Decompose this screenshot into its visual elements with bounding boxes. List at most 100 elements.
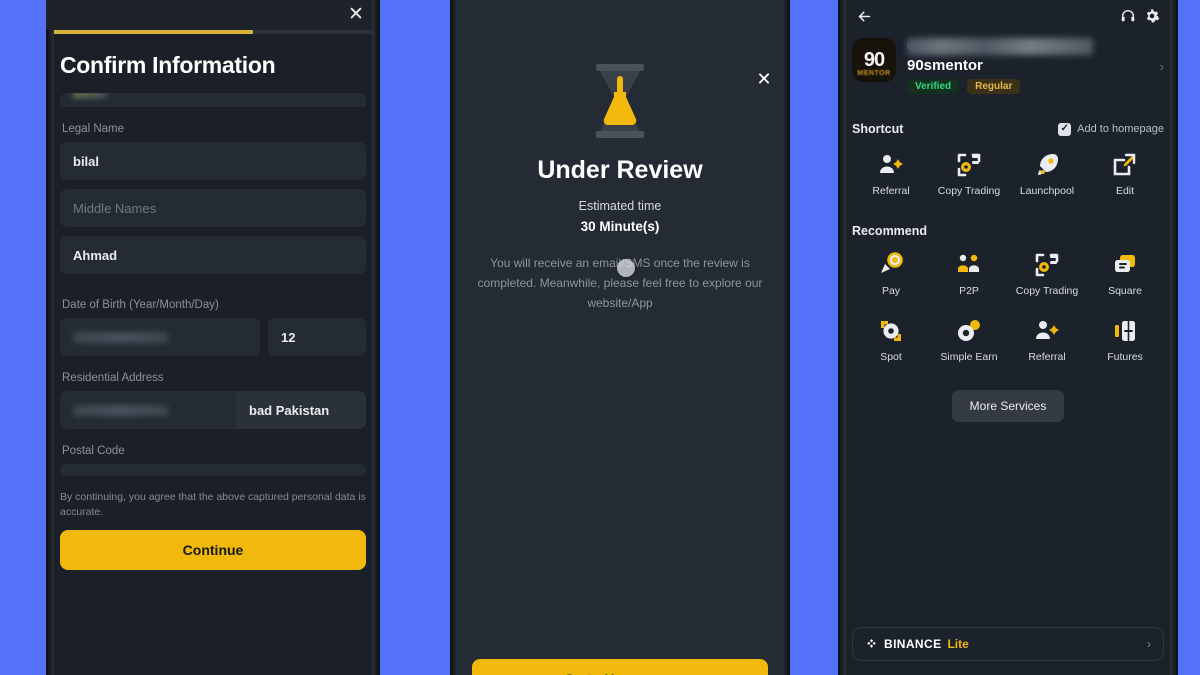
dob-label: Date of Birth (Year/Month/Day) bbox=[62, 299, 219, 311]
service-tile-label: Spot bbox=[880, 351, 902, 364]
service-tile-spot[interactable]: Spot bbox=[852, 318, 930, 364]
panel2-footer: Go to Homepage bbox=[472, 659, 768, 675]
middle-name-input[interactable]: Middle Names bbox=[60, 189, 366, 227]
add-to-homepage-toggle[interactable]: ✓ Add to homepage bbox=[1058, 122, 1164, 136]
panel1-body: Confirm Information Legal Name bilal Mid… bbox=[46, 52, 380, 571]
recommend-title: Recommend bbox=[852, 224, 928, 239]
dob-row: 12 bbox=[60, 318, 366, 356]
back-arrow-icon[interactable] bbox=[852, 4, 876, 28]
service-tile-launchpool[interactable]: Launchpool bbox=[1008, 152, 1086, 198]
copy-trading-icon bbox=[1034, 252, 1060, 278]
service-tile-square[interactable]: Square bbox=[1086, 252, 1164, 298]
lite-text: Lite bbox=[947, 637, 969, 651]
p2p-icon bbox=[956, 252, 982, 278]
chevron-right-icon: › bbox=[1147, 637, 1151, 651]
service-tile-label: Futures bbox=[1107, 351, 1143, 364]
address-row: bad Pakistan bbox=[60, 391, 366, 429]
touch-cursor-indicator bbox=[617, 259, 635, 277]
last-name-input[interactable]: Ahmad bbox=[60, 236, 366, 274]
service-tile-label: Copy Trading bbox=[1015, 285, 1079, 298]
service-tile-copy-trading[interactable]: Copy Trading bbox=[1008, 252, 1086, 298]
more-services-button[interactable]: More Services bbox=[951, 390, 1065, 423]
gear-icon[interactable] bbox=[1140, 4, 1164, 28]
redacted-value bbox=[73, 93, 107, 98]
simple-earn-icon bbox=[956, 318, 982, 344]
edit-icon bbox=[1112, 152, 1138, 178]
panel3-topbar bbox=[852, 0, 1164, 32]
futures-icon bbox=[1112, 318, 1138, 344]
service-tile-label: P2P bbox=[959, 285, 979, 298]
referral-icon bbox=[878, 152, 904, 178]
service-tile-referral[interactable]: Referral bbox=[852, 152, 930, 198]
service-tile-simple-earn[interactable]: Simple Earn bbox=[930, 318, 1008, 364]
binance-lite-logo: BINANCE Lite bbox=[865, 637, 1147, 651]
checkbox-icon[interactable]: ✓ bbox=[1058, 122, 1072, 136]
service-tile-label: Referral bbox=[872, 185, 910, 197]
dob-day-input[interactable]: 12 bbox=[268, 318, 366, 356]
go-to-homepage-button[interactable]: Go to Homepage bbox=[472, 659, 768, 675]
previous-field-clipped[interactable] bbox=[60, 93, 366, 107]
chevron-right-icon[interactable]: › bbox=[1160, 59, 1164, 74]
add-to-homepage-label: Add to homepage bbox=[1077, 123, 1164, 135]
binance-lite-bar[interactable]: BINANCE Lite › bbox=[852, 627, 1164, 661]
first-name-input[interactable]: bilal bbox=[60, 142, 366, 180]
onboarding-progress-track bbox=[46, 30, 380, 34]
redacted-value bbox=[73, 404, 168, 416]
address-input-redacted[interactable] bbox=[60, 391, 236, 429]
screenshot-stage: ✕ Confirm Information Legal Name bilal M… bbox=[0, 0, 1200, 675]
uid-prefix-mark: II bbox=[907, 41, 915, 51]
service-tile-label: Simple Earn bbox=[940, 351, 998, 364]
avatar-text: 90 bbox=[863, 49, 885, 71]
binance-diamond-icon bbox=[867, 638, 876, 648]
headset-icon[interactable] bbox=[1116, 4, 1140, 28]
service-tile-copy-trading[interactable]: Copy Trading bbox=[930, 152, 1008, 198]
continue-button[interactable]: Continue bbox=[60, 530, 366, 571]
panel1-right-edge bbox=[372, 0, 380, 675]
panel-profile-services: 90 MENTOR 90smentor Verified Regular › II… bbox=[838, 0, 1178, 675]
profile-details: 90smentor Verified Regular bbox=[907, 38, 1149, 94]
redacted-value bbox=[73, 331, 168, 343]
first-name-value: bilal bbox=[73, 153, 100, 169]
estimated-time-label: Estimated time bbox=[578, 199, 662, 213]
panel-confirm-information: ✕ Confirm Information Legal Name bilal M… bbox=[46, 0, 380, 675]
address-label: Residential Address bbox=[62, 372, 164, 384]
status-badge: Verified bbox=[907, 79, 960, 94]
service-tile-p2p[interactable]: P2P bbox=[930, 252, 1008, 298]
service-tile-edit[interactable]: Edit bbox=[1086, 152, 1164, 198]
profile-row[interactable]: 90 MENTOR 90smentor Verified Regular › II bbox=[852, 38, 1164, 94]
copy-trading-icon bbox=[956, 152, 982, 178]
onboarding-progress-fill bbox=[46, 30, 254, 34]
recommend-header: Recommend bbox=[852, 224, 1164, 238]
last-name-value: Ahmad bbox=[73, 247, 118, 263]
avatar: 90 MENTOR bbox=[852, 38, 896, 82]
address-input-visible[interactable]: bad Pakistan bbox=[236, 391, 366, 429]
rocket-icon bbox=[1034, 152, 1060, 178]
more-services-wrap: More Services bbox=[852, 390, 1164, 423]
status-badge: Regular bbox=[967, 79, 1021, 94]
redacted-account-line bbox=[907, 38, 1093, 55]
close-icon[interactable]: ✕ bbox=[752, 67, 776, 91]
service-tile-label: Edit bbox=[1115, 185, 1135, 197]
close-icon[interactable]: ✕ bbox=[344, 3, 368, 27]
service-tile-label: Square bbox=[1108, 285, 1142, 298]
legal-name-label: Legal Name bbox=[62, 123, 125, 135]
postal-code-label: Postal Code bbox=[62, 445, 125, 457]
shortcut-header: Shortcut ✓ Add to homepage bbox=[852, 122, 1164, 136]
postal-code-input[interactable] bbox=[60, 464, 366, 476]
profile-badges: Verified Regular bbox=[907, 79, 1149, 94]
avatar-subtext: MENTOR bbox=[857, 70, 891, 77]
service-tile-label: Copy Trading bbox=[937, 185, 1001, 197]
panel2-body: ✕ Under Review Estimated time 30 Minute(… bbox=[450, 62, 790, 675]
panel1-left-edge bbox=[46, 0, 54, 675]
panel3-right-edge bbox=[1170, 0, 1178, 675]
service-tile-futures[interactable]: Futures bbox=[1086, 318, 1164, 364]
square-icon bbox=[1112, 252, 1138, 278]
service-tile-referral[interactable]: Referral bbox=[1008, 318, 1086, 364]
dob-year-month-input[interactable] bbox=[60, 318, 260, 356]
pay-icon bbox=[878, 252, 904, 278]
hourglass-icon bbox=[596, 64, 644, 138]
service-tile-pay[interactable]: Pay bbox=[852, 252, 930, 298]
service-tile-label: Referral bbox=[1028, 351, 1066, 364]
